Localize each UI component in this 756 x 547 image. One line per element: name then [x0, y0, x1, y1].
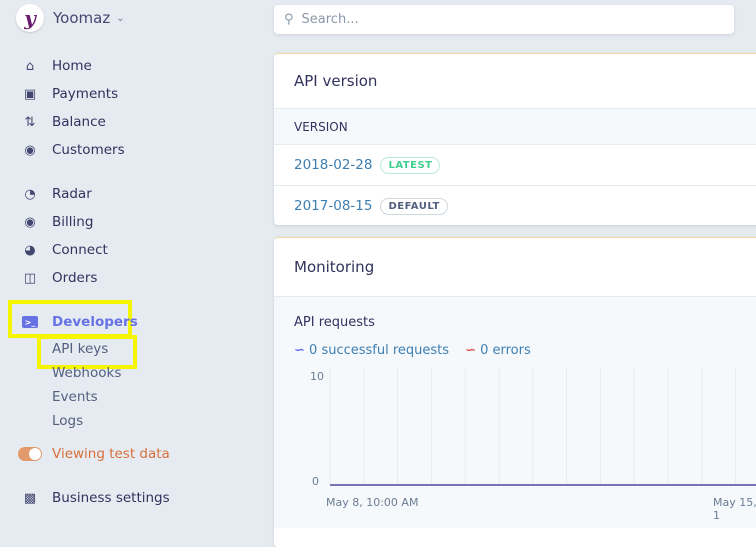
- table-row: 2017-08-15 DEFAULT: [274, 185, 756, 226]
- monitoring-body: API requests ∽ 0 successful requests ∽ 0…: [274, 296, 756, 528]
- sidebar-item-payments[interactable]: ▣ Payments: [22, 86, 118, 102]
- api-version-card: API version VERSION 2018-02-28 LATEST 201…: [274, 53, 756, 225]
- sidebar-item-label: Balance: [52, 114, 106, 130]
- sidebar-item-orders[interactable]: ◫ Orders: [22, 270, 98, 286]
- sidebar-item-label: Orders: [52, 270, 98, 286]
- payments-icon: ▣: [23, 86, 37, 102]
- legend-label: 0 successful requests: [309, 343, 450, 358]
- orders-icon: ◫: [23, 270, 37, 286]
- sidebar-item-label: Payments: [52, 86, 119, 102]
- connect-icon: ◕: [24, 242, 36, 258]
- latest-badge: LATEST: [380, 156, 441, 174]
- sidebar-item-business-settings[interactable]: ▩ Business settings: [22, 490, 170, 506]
- monitoring-card: Monitoring API requests ∽ 0 successful r…: [274, 237, 756, 547]
- balance-icon: ⇅: [24, 114, 36, 130]
- sidebar-item-balance[interactable]: ⇅ Balance: [22, 114, 106, 130]
- sidebar-item-label: Customers: [52, 142, 125, 158]
- billing-icon: ◉: [24, 214, 36, 230]
- x-tick-label: May 15, 1: [713, 496, 756, 522]
- sidebar-subitem-logs[interactable]: Logs: [52, 413, 83, 429]
- sidebar-subitem-api-keys[interactable]: API keys: [52, 341, 108, 357]
- legend-errors[interactable]: ∽ 0 errors: [465, 343, 531, 358]
- developers-icon: >_: [22, 316, 38, 328]
- account-logo: y: [16, 4, 44, 32]
- sidebar: y Yoomaz ⌄ ⌂ Home ▣ Payments ⇅ Balance ◉ Cus…: [0, 0, 262, 534]
- sidebar-item-label: Billing: [52, 214, 94, 230]
- trend-icon: ∽: [294, 343, 305, 358]
- legend-label: 0 errors: [480, 343, 531, 358]
- table-row: 2018-02-28 LATEST: [274, 144, 756, 185]
- sidebar-item-label: Radar: [52, 186, 92, 202]
- search-icon: ⚲: [284, 12, 294, 27]
- version-link[interactable]: 2017-08-15: [294, 198, 372, 214]
- search-input[interactable]: ⚲ Search...: [274, 5, 734, 34]
- sidebar-item-connect[interactable]: ◕ Connect: [22, 242, 108, 258]
- test-data-label: Viewing test data: [52, 446, 170, 462]
- trend-icon: ∽: [465, 343, 476, 358]
- sidebar-item-label: Connect: [52, 242, 108, 258]
- x-tick-label: May 8, 10:00 AM: [326, 496, 419, 509]
- store-icon: ▩: [23, 490, 37, 506]
- sidebar-item-home[interactable]: ⌂ Home: [22, 58, 92, 74]
- chart-plot: [329, 367, 756, 486]
- sidebar-subitem-webhooks[interactable]: Webhooks: [52, 365, 121, 381]
- radar-icon: ◔: [24, 186, 36, 202]
- test-data-toggle[interactable]: Viewing test data: [18, 446, 170, 462]
- search-placeholder: Search...: [301, 12, 359, 27]
- sidebar-subitem-events[interactable]: Events: [52, 389, 98, 405]
- chart-legend: ∽ 0 successful requests ∽ 0 errors: [294, 343, 531, 358]
- default-badge: DEFAULT: [380, 197, 448, 215]
- chart-title: API requests: [294, 315, 375, 330]
- home-icon: ⌂: [25, 58, 35, 74]
- table-header: VERSION: [274, 108, 756, 144]
- legend-success[interactable]: ∽ 0 successful requests: [294, 343, 449, 358]
- account-name: Yoomaz: [53, 9, 111, 27]
- y-tick-label: 0: [312, 475, 319, 488]
- version-link[interactable]: 2018-02-28: [294, 157, 372, 173]
- sidebar-item-developers[interactable]: >_ Developers: [22, 314, 138, 330]
- card-title: API version: [294, 72, 378, 90]
- sidebar-item-billing[interactable]: ◉ Billing: [22, 214, 93, 230]
- sidebar-item-customers[interactable]: ◉ Customers: [22, 142, 125, 158]
- card-title: Monitoring: [294, 258, 375, 276]
- sidebar-item-label: Home: [52, 58, 92, 74]
- customers-icon: ◉: [24, 142, 36, 158]
- toggle-switch[interactable]: [18, 447, 42, 461]
- account-switcher[interactable]: y Yoomaz ⌄: [16, 4, 125, 32]
- y-tick-label: 10: [310, 370, 324, 383]
- sidebar-item-label: Developers: [52, 314, 138, 330]
- sidebar-item-radar[interactable]: ◔ Radar: [22, 186, 92, 202]
- sidebar-item-label: Business settings: [52, 490, 170, 506]
- chevron-down-icon: ⌄: [116, 12, 125, 24]
